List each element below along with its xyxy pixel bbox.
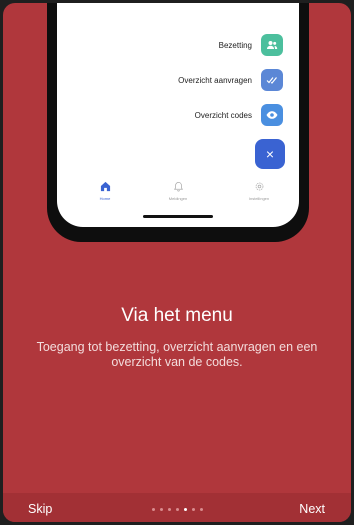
- phone-screen: Bezetting Overzicht aanvragen Overzicht …: [57, 3, 299, 227]
- menu-item-label: Overzicht codes: [194, 110, 252, 120]
- phone-mockup: Bezetting Overzicht aanvragen Overzicht …: [47, 3, 309, 242]
- page-indicator: [152, 508, 203, 511]
- menu-item-overzicht-codes: Overzicht codes: [195, 104, 283, 126]
- page-description: Toegang tot bezetting, overzicht aanvrag…: [36, 340, 318, 369]
- skip-button[interactable]: Skip: [28, 502, 52, 516]
- gear-icon: [255, 182, 263, 191]
- tab-label: Instellingen: [248, 196, 270, 201]
- onboarding-card: Bezetting Overzicht aanvragen Overzicht …: [3, 3, 351, 522]
- tab-home: Home: [75, 181, 135, 201]
- close-menu-button: ×: [255, 139, 285, 169]
- menu-item-bezetting: Bezetting: [219, 34, 283, 56]
- menu-item-overzicht-aanvragen: Overzicht aanvragen: [178, 69, 283, 91]
- page-dot[interactable]: [160, 508, 163, 511]
- page-dot-active[interactable]: [184, 508, 187, 511]
- home-icon: [100, 181, 110, 192]
- page-dot[interactable]: [192, 508, 195, 511]
- menu-item-label: Bezetting: [218, 40, 252, 50]
- page-dot[interactable]: [168, 508, 171, 511]
- bell-icon: [173, 182, 183, 192]
- tab-label: Meldingen: [168, 196, 188, 201]
- next-button[interactable]: Next: [299, 502, 325, 516]
- page-dot[interactable]: [200, 508, 203, 511]
- tab-label: Home: [99, 196, 111, 201]
- tab-bar: Home Meldingen Instellingen: [57, 181, 299, 211]
- tab-instellingen: Instellingen: [229, 181, 289, 201]
- home-indicator: [143, 215, 213, 218]
- double-check-icon: [261, 69, 283, 91]
- menu-item-label: Overzicht aanvragen: [178, 75, 252, 85]
- eye-icon: [261, 104, 283, 126]
- tab-meldingen: Meldingen: [148, 181, 208, 201]
- page-dot[interactable]: [152, 508, 155, 511]
- people-icon: [261, 34, 283, 56]
- onboarding-footer: Skip Next: [3, 493, 351, 522]
- page-title: Via het menu: [121, 305, 233, 326]
- page-dot[interactable]: [176, 508, 179, 511]
